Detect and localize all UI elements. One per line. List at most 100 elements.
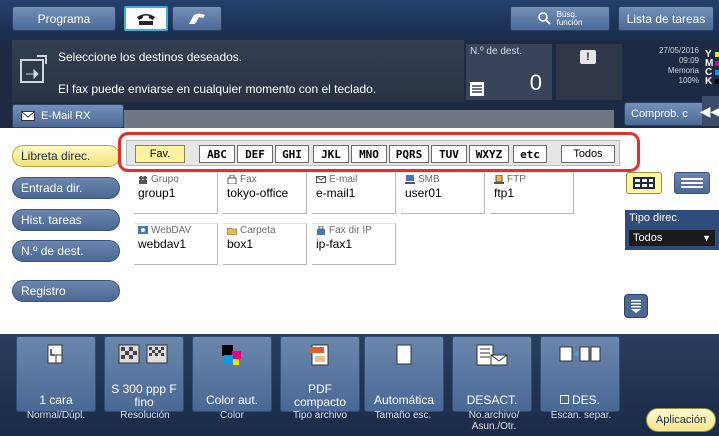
- destination-item[interactable]: WebDAV webdav1: [134, 223, 218, 265]
- address-type-label: Tipo direc.: [629, 212, 680, 224]
- info-band: [124, 110, 614, 128]
- status-time: 09:09: [678, 56, 699, 65]
- tab-def[interactable]: DEF: [237, 145, 273, 163]
- tab-mno[interactable]: MNO: [351, 145, 387, 163]
- email-icon: [316, 176, 326, 183]
- dest-type-label: E-mail: [329, 174, 358, 185]
- dest-name: group1: [138, 186, 176, 200]
- email-rx-button[interactable]: E-Mail RX: [12, 104, 124, 128]
- status-date: 27/05/2016: [658, 46, 699, 55]
- dest-type-label: Carpeta: [240, 225, 276, 236]
- dest-name: ftp1: [494, 186, 515, 200]
- setting-resolution[interactable]: S 300 ppp F fino: [104, 336, 184, 412]
- group-icon: [139, 176, 147, 184]
- message-area: Seleccione los destinos deseados. El fax…: [12, 40, 464, 102]
- ipfax-icon: [317, 226, 325, 235]
- webdav-icon: [138, 226, 148, 234]
- onhook-tab[interactable]: [172, 6, 222, 31]
- nav-direct-input[interactable]: Entrada dir.: [12, 177, 120, 199]
- dest-count-value: 0: [529, 70, 542, 95]
- destination-item[interactable]: Fax tokyo-office: [223, 172, 307, 214]
- tab-fav[interactable]: Fav.: [135, 145, 185, 163]
- message-line2: El fax puede enviarse en cualquier momen…: [58, 82, 377, 96]
- tab-pqrs[interactable]: PQRS: [389, 145, 429, 163]
- message-line1: Seleccione los destinos deseados.: [58, 50, 243, 64]
- toner-k: K: [705, 76, 713, 87]
- destination-item[interactable]: SMB user01: [401, 172, 485, 214]
- dest-type-label: Grupo: [151, 174, 179, 185]
- tab-wxyz[interactable]: WXYZ: [469, 145, 509, 163]
- address-type-select[interactable]: Todos ▼: [629, 230, 715, 246]
- email-rx-label: E-Mail RX: [41, 110, 91, 122]
- index-tab-bar: Fav. ABC DEF GHI JKL MNO PQRS TUV WXYZ e…: [126, 140, 620, 166]
- tab-jkl[interactable]: JKL: [313, 145, 349, 163]
- warning-box[interactable]: !: [556, 44, 622, 100]
- resolution-value: S 300 ppp F fino: [111, 382, 177, 409]
- separate-scan-value: DES.: [571, 393, 600, 407]
- destination-item[interactable]: E-mail e-mail1: [312, 172, 396, 214]
- color-mode-icon: [222, 345, 241, 365]
- status-date-block: 27/05/2016 09:09 Memoria 100%: [627, 46, 699, 86]
- check-button[interactable]: Comprob. c: [624, 102, 704, 126]
- dest-type-label: Fax: [240, 174, 257, 185]
- ftp-icon: [494, 175, 504, 184]
- separate-scan-value-wrap: DES.: [541, 394, 619, 407]
- destination-item[interactable]: Grupo group1: [134, 172, 218, 214]
- nav-register[interactable]: Registro: [12, 280, 120, 302]
- dest-name: box1: [227, 237, 254, 251]
- setting-duplex[interactable]: 1 cara: [16, 336, 96, 412]
- dest-type: Fax: [227, 174, 257, 185]
- setting-scan-size[interactable]: Automática: [364, 336, 444, 412]
- resolution-icon: [118, 344, 168, 364]
- destination-item[interactable]: FTP ftp1: [490, 172, 574, 214]
- scroll-down-button[interactable]: [624, 294, 648, 318]
- list-view-button[interactable]: [674, 172, 710, 194]
- pdf-file-icon: [310, 344, 329, 366]
- color-value: Color aut.: [205, 393, 259, 407]
- scan-size-value: Automática: [373, 393, 435, 407]
- file-type-value: PDF compacto: [293, 382, 347, 409]
- nav-job-history[interactable]: Hist. tareas: [12, 209, 120, 231]
- nav-dest-count[interactable]: N.º de dest.: [12, 240, 120, 262]
- dest-type-label: FTP: [507, 174, 526, 185]
- search-function-button[interactable]: Búsq. función: [510, 6, 610, 31]
- dest-type: WebDAV: [138, 225, 191, 236]
- setting-separate-scan[interactable]: DES.: [540, 336, 620, 412]
- setting-file-type[interactable]: PDF compacto: [280, 336, 360, 412]
- memory-value: 100%: [678, 76, 699, 85]
- top-bar: Programa Búsq. función Lista de tareas: [0, 0, 719, 40]
- toner-bar-y: [715, 52, 719, 57]
- file-name-label: No.archivo/ Asun./Otr.: [468, 410, 520, 432]
- scan-size-label: Tamaño esc.: [374, 410, 432, 421]
- setting-color[interactable]: Color aut.: [192, 336, 272, 412]
- tab-tuv[interactable]: TUV: [431, 145, 467, 163]
- address-type-filter[interactable]: Tipo direc. Todos ▼: [625, 210, 719, 250]
- tab-ghi[interactable]: GHI: [275, 145, 309, 163]
- collapse-panel-button[interactable]: ◀◀: [700, 96, 719, 126]
- destination-item[interactable]: Fax dir IP ip-fax1: [312, 223, 396, 265]
- destination-item[interactable]: Carpeta box1: [223, 223, 307, 265]
- nav-address-book[interactable]: Libreta direc.: [12, 145, 120, 167]
- tab-abc[interactable]: ABC: [199, 145, 235, 163]
- tab-todos[interactable]: Todos: [561, 145, 615, 163]
- task-list-button[interactable]: Lista de tareas: [618, 6, 714, 31]
- dest-type: SMB: [405, 174, 440, 185]
- apply-button[interactable]: Aplicación: [646, 408, 716, 432]
- search-label: Búsq. función: [557, 10, 583, 27]
- programa-button[interactable]: Programa: [12, 6, 116, 31]
- tab-etc[interactable]: etc: [513, 145, 547, 163]
- toner-bars: [715, 52, 719, 88]
- scroll-list-icon: [631, 300, 641, 313]
- color-label: Color: [220, 410, 244, 421]
- grid-view-button[interactable]: [626, 172, 662, 194]
- separate-scan-icon: [559, 346, 601, 362]
- offhook-tab[interactable]: [124, 6, 168, 31]
- toner-letters: Y M C K: [705, 50, 713, 87]
- duplex-label: Normal/Dúpl.: [26, 410, 86, 421]
- chevron-down-icon: ▼: [702, 233, 711, 243]
- destination-count-box[interactable]: N.º de dest. 0: [466, 44, 552, 100]
- handset-icon: [189, 13, 205, 24]
- phone-icon: [137, 13, 155, 25]
- toner-bar-k: [715, 79, 719, 84]
- setting-file-name[interactable]: DESACT.: [452, 336, 532, 412]
